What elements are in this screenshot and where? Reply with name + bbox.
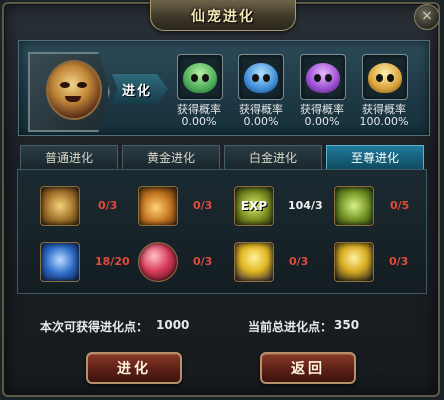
tab-normal-evolution[interactable]: 普通进化	[20, 145, 118, 169]
window-title: 仙宠进化	[191, 9, 255, 25]
item-count: 0/3	[98, 199, 118, 212]
total-points-label: 当前总进化点：	[248, 320, 333, 334]
blue-crystal-icon[interactable]	[40, 242, 80, 282]
result-rate-value: 100.00%	[359, 115, 409, 128]
result-rate-value: 0.00%	[181, 115, 217, 128]
exp-icon-text: EXP	[240, 199, 268, 213]
green-orb-icon[interactable]	[334, 186, 374, 226]
evolve-arrow-label: 进化	[121, 84, 152, 99]
item-count: 104/3	[288, 199, 323, 212]
title-plate: 仙宠进化	[150, 0, 296, 31]
result-rate-value: 0.00%	[304, 115, 340, 128]
item-count: 0/3	[289, 255, 309, 268]
exp-icon[interactable]: EXP	[234, 186, 274, 226]
evolve-button[interactable]: 进化	[86, 352, 182, 384]
gold-scroll-icon[interactable]	[138, 186, 178, 226]
tab-gold-evolution[interactable]: 黄金进化	[122, 145, 220, 169]
gold-coin-icon[interactable]	[40, 186, 80, 226]
tab-supreme-evolution[interactable]: 至尊进化	[326, 145, 424, 169]
red-orb-icon[interactable]	[138, 242, 178, 282]
yellow-arrow-dark-icon[interactable]	[334, 242, 374, 282]
green-pet-icon[interactable]	[177, 54, 223, 100]
back-button[interactable]: 返回	[260, 352, 356, 384]
item-count: 0/5	[390, 199, 410, 212]
mask-pet-icon[interactable]	[46, 60, 102, 120]
close-button[interactable]: ×	[414, 4, 440, 30]
close-icon: ×	[421, 8, 433, 24]
yellow-arrow-icon[interactable]	[234, 242, 274, 282]
gold-pet-icon[interactable]	[362, 54, 408, 100]
purple-pet-icon[interactable]	[300, 54, 346, 100]
gain-points-label: 本次可获得进化点：	[40, 320, 149, 334]
evolution-tabs: 普通进化 黄金进化 白金进化 至尊进化	[17, 145, 427, 169]
item-count: 18/20	[95, 255, 130, 268]
item-count: 0/3	[193, 255, 213, 268]
blue-pet-icon[interactable]	[238, 54, 284, 100]
total-points-value: 350	[334, 318, 360, 332]
tab-platinum-evolution[interactable]: 白金进化	[224, 145, 322, 169]
result-rate-value: 0.00%	[243, 115, 279, 128]
gain-points-value: 1000	[156, 318, 190, 332]
item-count: 0/3	[193, 199, 213, 212]
item-count: 0/3	[389, 255, 409, 268]
